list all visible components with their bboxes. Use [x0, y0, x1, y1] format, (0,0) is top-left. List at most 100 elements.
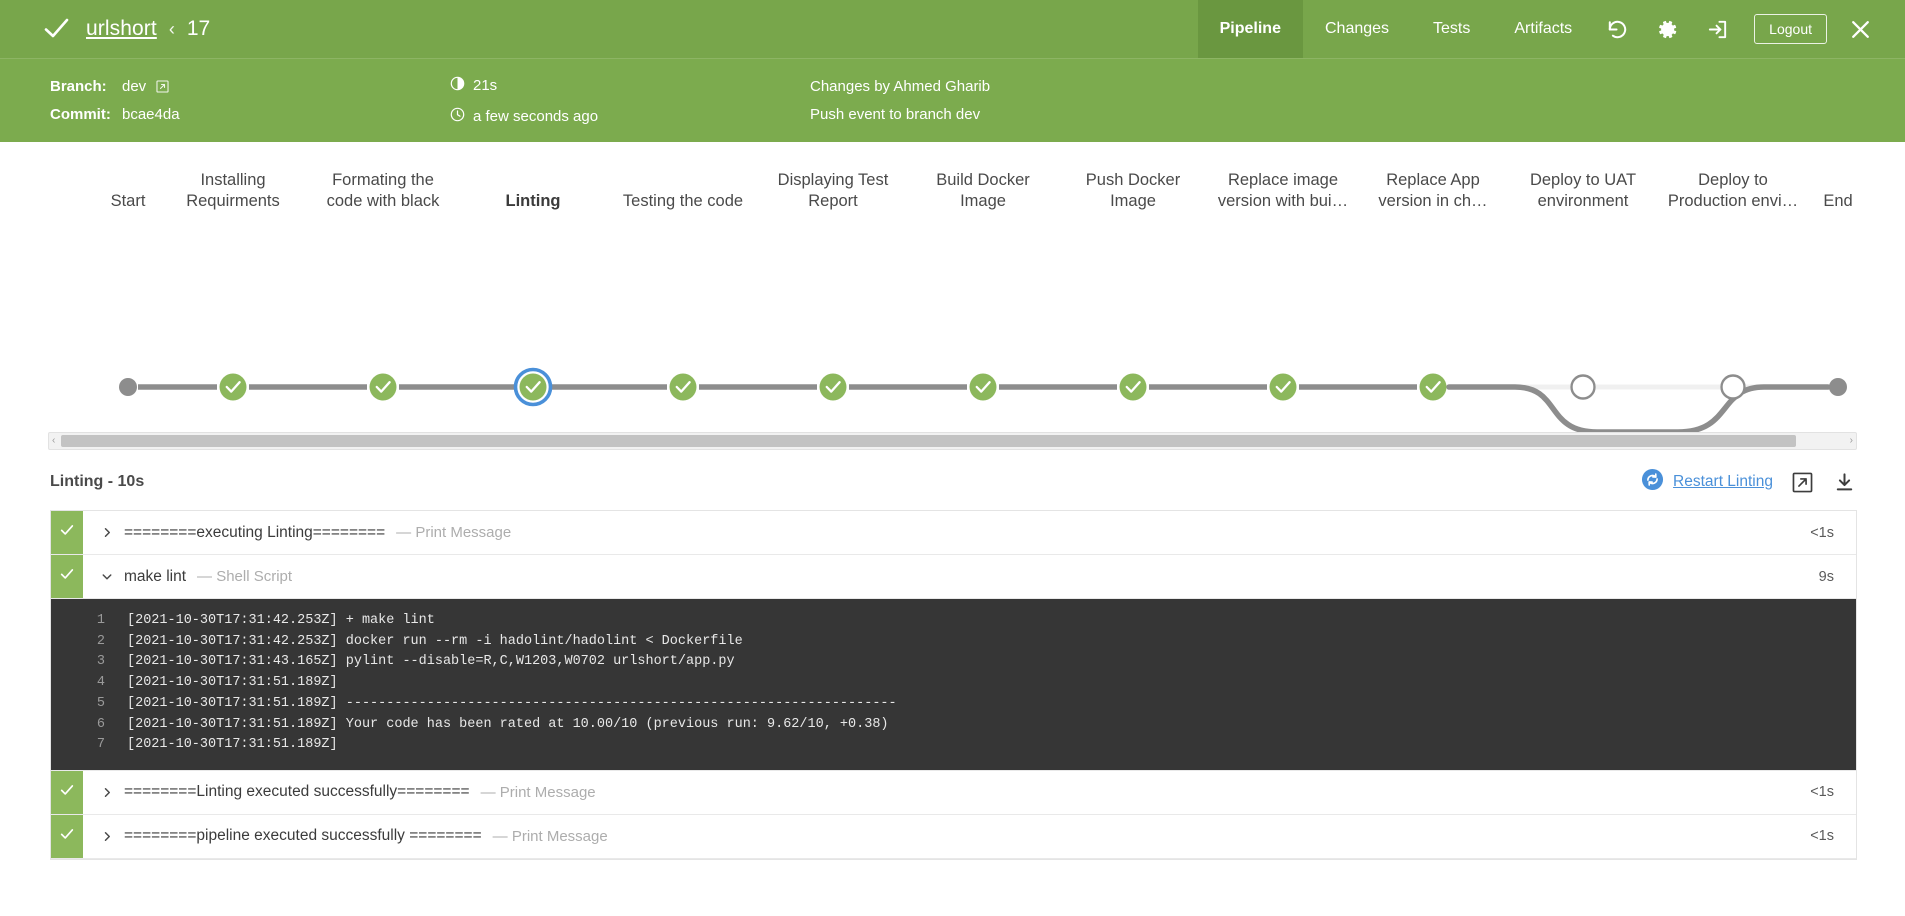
exit-arrow-icon[interactable] [1694, 6, 1740, 52]
job-name-link[interactable]: urlshort [86, 17, 157, 41]
scroll-right-arrow-icon[interactable]: › [1850, 436, 1853, 446]
restart-circle-icon [1641, 468, 1664, 496]
time-value: a few seconds ago [473, 107, 599, 125]
tab-artifacts[interactable]: Artifacts [1492, 0, 1594, 58]
commit-row: Commit: bcae4da [50, 107, 450, 122]
terminal-dot [119, 378, 137, 396]
stage-log-header: Linting - 10s Restart Linting [0, 450, 1905, 510]
console-line-number: 2 [96, 633, 105, 649]
chevron-right-icon[interactable] [101, 830, 113, 843]
step-row[interactable]: ========Linting executed successfully===… [51, 770, 1856, 815]
stage-node-terminal[interactable] [119, 378, 137, 396]
chevron-right-icon[interactable] [101, 786, 113, 799]
step-type: — Shell Script [197, 568, 293, 585]
meta-column-source: Branch: dev Commit: bcae4da [0, 79, 450, 122]
clock-icon [450, 107, 465, 125]
step-row[interactable]: make lint — Shell Script 9s [51, 555, 1856, 599]
console-line-number: 7 [96, 737, 105, 753]
stage-node-skipped[interactable] [1720, 374, 1746, 400]
external-link-icon[interactable] [1789, 469, 1815, 495]
console-line-text: [2021-10-30T17:31:51.189Z] Your code has… [127, 716, 889, 732]
restart-stage-button[interactable]: Restart Linting [1641, 468, 1773, 496]
stage-node-success[interactable] [1419, 373, 1447, 401]
step-toggle[interactable]: ========Linting executed successfully===… [83, 771, 1798, 814]
check-icon [59, 566, 75, 587]
scrollbar-thumb[interactable] [61, 435, 1796, 447]
step-toggle[interactable]: ========pipeline executed successfully =… [83, 815, 1798, 858]
stage-node-success[interactable] [969, 373, 997, 401]
console-line-text: [2021-10-30T17:31:51.189Z] -------------… [127, 695, 897, 711]
step-duration: <1s [1810, 524, 1834, 541]
stage-node-skipped[interactable] [1570, 374, 1596, 400]
header-action-buttons: Logout [1594, 0, 1905, 58]
success-node-circle [819, 373, 847, 401]
stage-bypass-connector [1446, 384, 1831, 432]
branch-label: Branch: [50, 78, 107, 95]
success-node-circle [969, 373, 997, 401]
step-duration: <1s [1810, 784, 1834, 801]
breadcrumb-separator-icon: ‹ [168, 18, 175, 39]
terminal-dot [1829, 378, 1847, 396]
gear-icon[interactable] [1644, 6, 1690, 52]
success-node-circle [369, 373, 397, 401]
console-line-number: 3 [96, 654, 105, 670]
console-line-text: [2021-10-30T17:31:51.189Z] [127, 737, 338, 753]
console-line: 7 [2021-10-30T17:31:51.189Z] [51, 735, 1856, 756]
commit-value: bcae4da [122, 106, 180, 123]
stage-log-title: Linting - 10s [50, 473, 145, 490]
step-row[interactable]: ========executing Linting======== — Print… [51, 511, 1856, 555]
success-node-circle [1269, 373, 1297, 401]
commit-label: Commit: [50, 106, 111, 123]
duration-value: 21s [473, 76, 498, 94]
skipped-node-outline [1720, 374, 1746, 400]
logout-button[interactable]: Logout [1754, 14, 1827, 44]
check-icon [59, 826, 75, 847]
chevron-right-icon[interactable] [101, 526, 113, 539]
tab-changes[interactable]: Changes [1303, 0, 1411, 58]
chevron-down-icon[interactable] [101, 570, 113, 583]
download-icon[interactable] [1831, 469, 1857, 495]
stage-steps-list: ========executing Linting======== — Print… [50, 510, 1857, 860]
restart-stage-label[interactable]: Restart Linting [1673, 473, 1773, 491]
duration-icon [450, 76, 465, 94]
step-toggle[interactable]: make lint — Shell Script [83, 555, 1807, 598]
step-status-indicator [51, 770, 83, 814]
step-duration: <1s [1810, 828, 1834, 845]
step-toggle[interactable]: ========executing Linting======== — Print… [83, 511, 1798, 554]
replay-icon[interactable] [1594, 6, 1640, 52]
console-line-number: 1 [96, 613, 105, 628]
stage-node-success[interactable] [819, 373, 847, 401]
tab-tests[interactable]: Tests [1411, 0, 1492, 58]
console-line-text: [2021-10-30T17:31:42.253Z] + make lint [127, 613, 435, 628]
stage-node-success[interactable] [369, 373, 397, 401]
console-line: 4 [2021-10-30T17:31:51.189Z] [51, 673, 1856, 694]
stage-node-success[interactable] [1269, 373, 1297, 401]
step-status-indicator [51, 555, 83, 598]
meta-column-cause: Changes by Ahmed Gharib Push event to br… [810, 79, 1905, 122]
console-output[interactable]: 1 [2021-10-30T17:31:42.253Z] + make lint 2… [51, 599, 1856, 771]
graph-horizontal-scrollbar[interactable]: ‹ › [48, 432, 1857, 450]
step-type: — Print Message [492, 827, 608, 845]
stage-node-terminal[interactable] [1829, 378, 1847, 396]
step-status-indicator [51, 814, 83, 858]
success-node-circle [519, 373, 547, 401]
tab-pipeline[interactable]: Pipeline [1197, 0, 1303, 58]
console-line-number: 5 [96, 695, 105, 711]
step-type: — Print Message [396, 524, 512, 541]
stage-node-success[interactable] [513, 367, 553, 407]
scroll-left-arrow-icon[interactable]: ‹ [52, 436, 55, 446]
external-link-icon[interactable] [156, 80, 169, 93]
close-icon[interactable] [1837, 6, 1883, 52]
step-row[interactable]: ========pipeline executed successfully =… [51, 814, 1856, 859]
console-line-number: 6 [96, 716, 105, 732]
stage-node-success[interactable] [219, 373, 247, 401]
console-line: 1 [2021-10-30T17:31:42.253Z] + make lint [51, 611, 1856, 632]
stage-node-success[interactable] [1119, 373, 1147, 401]
stage-node-success[interactable] [669, 373, 697, 401]
step-duration: 9s [1818, 568, 1834, 585]
step-name: ========pipeline executed successfully =… [124, 827, 482, 845]
console-line: 5 [2021-10-30T17:31:51.189Z] ------------… [51, 694, 1856, 715]
pipeline-graph-svg [119, 367, 1847, 432]
console-line-number: 4 [96, 675, 105, 691]
header-run-identity: urlshort ‹ 17 [0, 0, 1198, 58]
